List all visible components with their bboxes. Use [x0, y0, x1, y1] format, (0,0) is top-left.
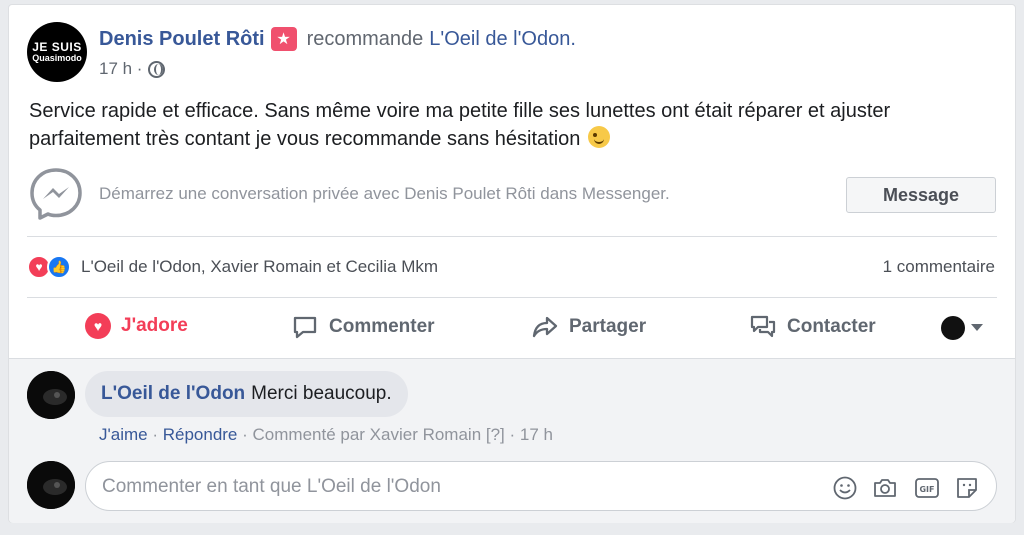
- comment-button[interactable]: Commenter: [291, 313, 435, 341]
- dark-photo-icon: [27, 371, 75, 419]
- author-avatar[interactable]: JE SUIS Quasimodo: [27, 22, 87, 82]
- recommendation-icon: ★: [270, 27, 297, 51]
- comment-input-placeholder: Commenter en tant que L'Oeil de l'Odon: [102, 476, 441, 497]
- separator: ·: [152, 425, 163, 444]
- recommend-verb: recommande: [306, 27, 424, 50]
- share-button-label: Partager: [569, 316, 647, 337]
- camera-icon[interactable]: [872, 475, 898, 501]
- comment-actions: J'aime · Répondre · Commenté par Xavier …: [99, 425, 553, 445]
- caret-down-icon[interactable]: [971, 324, 983, 331]
- comment-input[interactable]: Commenter en tant que L'Oeil de l'Odon G…: [85, 461, 997, 511]
- sticker-icon[interactable]: [954, 475, 980, 501]
- avatar-text-line2: Quasimodo: [32, 52, 82, 63]
- contact-button-label: Contacter: [787, 316, 876, 337]
- post-timestamp[interactable]: 17 h ·: [99, 59, 142, 79]
- love-button-label: J'adore: [121, 315, 188, 336]
- chat-bubbles-icon: [750, 315, 776, 338]
- post-text: Service rapide et efficace. Sans même vo…: [29, 100, 891, 150]
- love-reaction-button[interactable]: ♥ J'adore: [85, 313, 188, 339]
- share-button[interactable]: Partager: [531, 313, 646, 341]
- comment-count-link[interactable]: 1 commentaire: [883, 257, 995, 277]
- commenter-avatar[interactable]: [27, 371, 75, 419]
- dark-photo-icon: [27, 461, 75, 509]
- globe-icon: [148, 60, 166, 78]
- comment-button-label: Commenter: [329, 316, 435, 337]
- reply-link[interactable]: Répondre: [163, 425, 238, 444]
- messenger-icon: [30, 168, 82, 220]
- avatar-text-line1: JE SUIS: [32, 39, 82, 54]
- contact-button[interactable]: Contacter: [749, 313, 876, 341]
- message-button[interactable]: Message: [846, 177, 996, 213]
- author-name-link[interactable]: Denis Poulet Rôti: [99, 28, 265, 51]
- comment-bubble: L'Oeil de l'Odon Merci beaucoup.: [85, 371, 408, 417]
- composer-avatar: [27, 461, 75, 509]
- page-avatar-small[interactable]: [941, 316, 965, 340]
- comment-text: Merci beaucoup.: [251, 383, 392, 404]
- reaction-icons[interactable]: ♥ 👍: [27, 255, 71, 279]
- comment-meta: · Commenté par Xavier Romain [?] · 17 h: [242, 425, 553, 444]
- page-name-link[interactable]: L'Oeil de l'Odon.: [429, 28, 576, 51]
- gif-icon[interactable]: GIF: [914, 475, 940, 501]
- post-meta: 17 h ·: [99, 59, 166, 79]
- reaction-names[interactable]: L'Oeil de l'Odon, Xavier Romain et Cecil…: [81, 257, 438, 277]
- svg-text:GIF: GIF: [919, 485, 934, 494]
- post-body: Service rapide et efficace. Sans même vo…: [29, 97, 1001, 153]
- review-post-card: JE SUIS Quasimodo Denis Poulet Rôti ★ re…: [8, 4, 1016, 523]
- divider: [27, 236, 997, 237]
- like-comment-link[interactable]: J'aime: [99, 425, 148, 444]
- post-header: Denis Poulet Rôti ★ recommande L'Oeil de…: [99, 27, 576, 51]
- heart-icon: ♥: [85, 313, 111, 339]
- comment-author-link[interactable]: L'Oeil de l'Odon: [101, 383, 245, 405]
- like-reaction-icon: 👍: [47, 255, 71, 279]
- comment-icon: [293, 316, 317, 339]
- share-icon: [532, 316, 558, 338]
- wink-emoji-icon: [587, 126, 610, 148]
- messenger-prompt: Démarrez une conversation privée avec De…: [99, 184, 670, 203]
- emoji-icon[interactable]: [832, 475, 858, 501]
- divider: [27, 297, 997, 298]
